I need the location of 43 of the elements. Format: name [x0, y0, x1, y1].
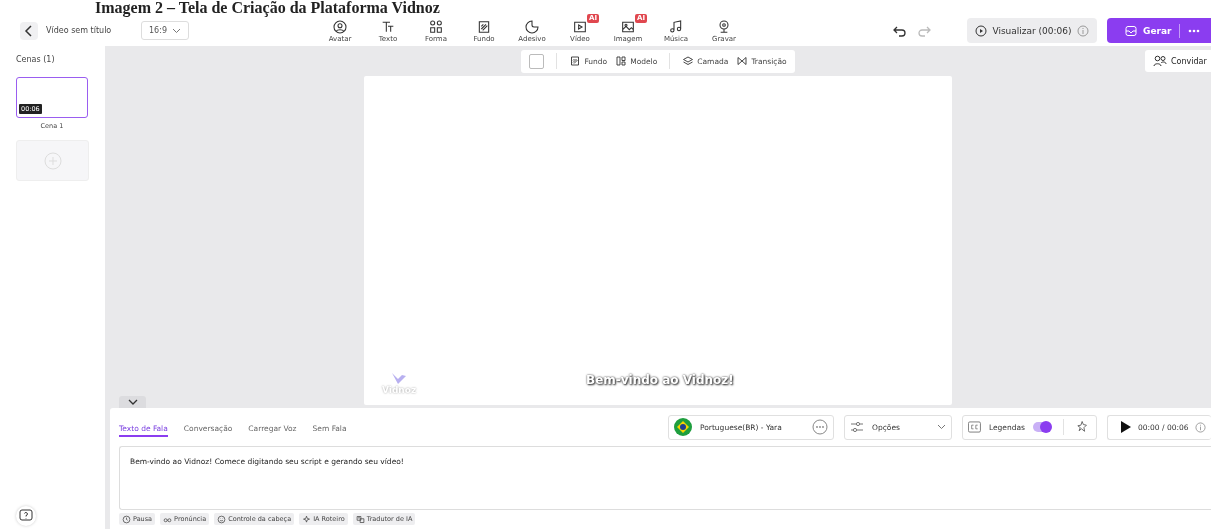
aspect-ratio-dropdown[interactable]: 16:9 — [141, 21, 189, 40]
generate-button[interactable]: Gerar — [1107, 18, 1211, 43]
sticker-icon — [524, 18, 540, 35]
play-circle-icon — [975, 24, 988, 37]
collapse-button[interactable] — [119, 396, 146, 408]
chevron-down-icon — [937, 424, 946, 430]
layout-icon — [615, 55, 628, 67]
plus-circle-icon — [43, 151, 62, 170]
music-note-icon — [668, 18, 684, 35]
chevron-down-icon — [172, 27, 181, 34]
subtitles-toggle[interactable] — [1032, 422, 1052, 432]
webcam-icon — [716, 18, 732, 35]
sliders-icon — [850, 421, 864, 433]
scenes-heading: Cenas (1) — [16, 55, 55, 64]
flag-icon — [674, 418, 692, 436]
info-icon — [1076, 24, 1089, 37]
more-icon[interactable] — [1188, 28, 1201, 33]
sparkle-icon — [302, 514, 312, 524]
back-button[interactable] — [20, 21, 38, 40]
smiley-icon — [217, 514, 227, 524]
info-icon — [1194, 421, 1206, 433]
bowtie-icon — [736, 55, 749, 67]
layers-icon — [682, 55, 695, 67]
chevron-down-icon — [127, 399, 138, 405]
preview-button[interactable]: Visualizar (00:06) — [967, 18, 1097, 43]
page-heading: Imagem 2 – Tela de Criação da Plataforma Vidnoz — [94, 0, 441, 15]
video-title[interactable]: Vídeo sem título — [46, 26, 141, 35]
invite-button[interactable]: Convidar — [1145, 50, 1211, 72]
translate-icon — [355, 514, 365, 524]
undo-icon[interactable] — [893, 24, 907, 37]
shapes-icon — [428, 18, 444, 35]
logo-icon — [391, 371, 408, 385]
chevron-left-icon — [24, 24, 34, 37]
captions-icon — [968, 421, 981, 433]
help-button[interactable] — [16, 506, 36, 526]
more-icon — [812, 419, 828, 435]
clock-icon — [122, 514, 131, 524]
subtitle-caption: Bem-vindo ao Vidnoz! — [586, 373, 734, 387]
play-icon — [1120, 421, 1132, 433]
help-icon — [19, 509, 33, 523]
people-icon — [1153, 55, 1167, 67]
inbox-icon — [1125, 24, 1137, 37]
color-swatch[interactable] — [529, 53, 545, 69]
